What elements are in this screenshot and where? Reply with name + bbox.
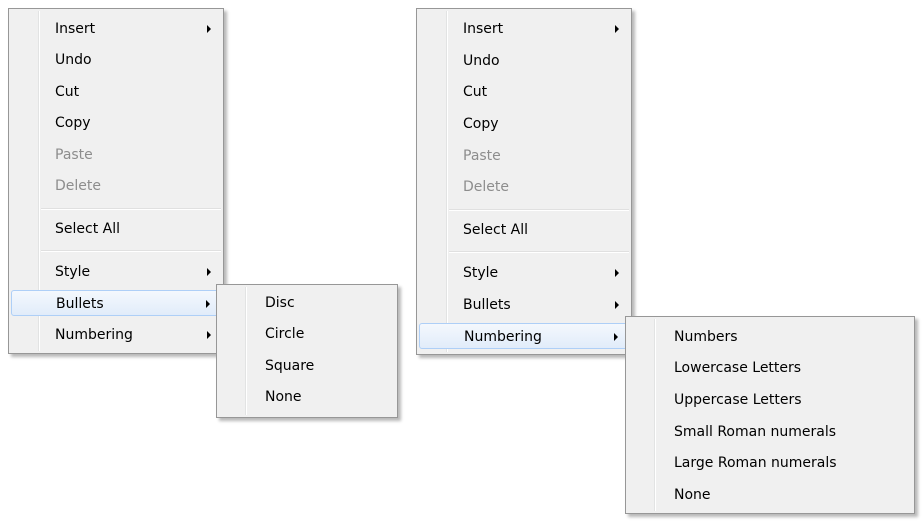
menu-item-label: Bullets — [463, 297, 511, 313]
menu-item-label: Numbers — [674, 329, 738, 345]
menu-item-small-roman-numerals[interactable]: Small Roman numerals — [628, 419, 912, 445]
menu-item-copy[interactable]: Copy — [11, 110, 221, 136]
menu-item-label: Style — [55, 264, 91, 280]
menu-item-label: Undo — [55, 52, 92, 68]
menu-item-none[interactable]: None — [219, 384, 395, 410]
menu-item-style[interactable]: Style — [11, 259, 221, 285]
menu-item-large-roman-numerals[interactable]: Large Roman numerals — [628, 450, 912, 476]
menu-item-label: Bullets — [56, 296, 104, 312]
menu-item-undo[interactable]: Undo — [419, 48, 629, 74]
menu-item-label: Style — [463, 265, 499, 281]
menu-item-paste: Paste — [11, 142, 221, 168]
menu-item-label: Insert — [463, 21, 504, 37]
menu-item-insert[interactable]: Insert — [11, 16, 221, 42]
submenu-arrow-icon — [207, 268, 211, 276]
menu-item-label: None — [674, 487, 711, 503]
menu-item-label: Cut — [55, 84, 80, 100]
menu-item-bullets[interactable]: Bullets — [419, 292, 629, 318]
menu-item-select-all[interactable]: Select All — [419, 217, 629, 243]
menu-item-label: Large Roman numerals — [674, 455, 837, 471]
menu-item-delete: Delete — [11, 173, 221, 199]
menu-item-label: Uppercase Letters — [674, 392, 802, 408]
menu-item-label: Copy — [55, 115, 91, 131]
bullets-submenu: Disc Circle Square None — [216, 284, 398, 418]
menu-separator — [41, 250, 221, 252]
menu-item-label: Delete — [55, 178, 101, 194]
submenu-arrow-icon — [207, 25, 211, 33]
menu-item-label: Insert — [55, 21, 96, 37]
menu-item-numbers[interactable]: Numbers — [628, 324, 912, 350]
menu-item-label: Lowercase Letters — [674, 360, 802, 376]
menu-item-label: Numbering — [55, 327, 133, 343]
context-menu-right: Insert Undo Cut Copy Paste Delete Select… — [416, 8, 632, 355]
menu-item-paste: Paste — [419, 143, 629, 169]
submenu-arrow-icon — [615, 25, 619, 33]
menu-item-label: Small Roman numerals — [674, 424, 837, 440]
context-menu-left: Insert Undo Cut Copy Paste Delete Select… — [8, 8, 224, 354]
menu-item-circle[interactable]: Circle — [219, 321, 395, 347]
menu-item-insert[interactable]: Insert — [419, 16, 629, 42]
menu-item-label: Circle — [265, 326, 305, 342]
menu-item-square[interactable]: Square — [219, 353, 395, 379]
menu-item-label: Paste — [55, 147, 93, 163]
menu-item-style[interactable]: Style — [419, 260, 629, 286]
menu-item-numbering[interactable]: Numbering — [11, 322, 221, 348]
menu-item-label: Select All — [463, 222, 528, 238]
menu-item-cut[interactable]: Cut — [11, 79, 221, 105]
submenu-arrow-icon — [614, 333, 618, 341]
menu-item-bullets[interactable]: Bullets — [11, 290, 221, 316]
menu-item-numbering[interactable]: Numbering — [419, 323, 629, 349]
menu-item-label: Copy — [463, 116, 499, 132]
numbering-submenu: Numbers Lowercase Letters Uppercase Lett… — [625, 316, 915, 514]
menu-item-undo[interactable]: Undo — [11, 47, 221, 73]
menu-item-cut[interactable]: Cut — [419, 79, 629, 105]
menu-separator — [41, 208, 221, 210]
submenu-arrow-icon — [207, 331, 211, 339]
menu-item-label: Disc — [265, 295, 295, 311]
menu-item-uppercase-letters[interactable]: Uppercase Letters — [628, 387, 912, 413]
menu-item-label: Square — [265, 358, 315, 374]
menu-item-lowercase-letters[interactable]: Lowercase Letters — [628, 355, 912, 381]
menu-item-select-all[interactable]: Select All — [11, 216, 221, 242]
menu-item-label: Paste — [463, 148, 501, 164]
submenu-arrow-icon — [615, 269, 619, 277]
menu-item-label: None — [265, 389, 302, 405]
menu-separator — [449, 209, 629, 211]
menu-item-none[interactable]: None — [628, 482, 912, 508]
menu-item-label: Cut — [463, 84, 488, 100]
menu-item-label: Numbering — [464, 329, 542, 345]
submenu-arrow-icon — [615, 301, 619, 309]
menu-item-label: Select All — [55, 221, 120, 237]
menu-item-label: Delete — [463, 179, 509, 195]
menu-item-disc[interactable]: Disc — [219, 290, 395, 316]
menu-item-delete: Delete — [419, 174, 629, 200]
menu-item-copy[interactable]: Copy — [419, 111, 629, 137]
menu-separator — [449, 251, 629, 253]
menu-item-label: Undo — [463, 53, 500, 69]
submenu-arrow-icon — [206, 300, 210, 308]
